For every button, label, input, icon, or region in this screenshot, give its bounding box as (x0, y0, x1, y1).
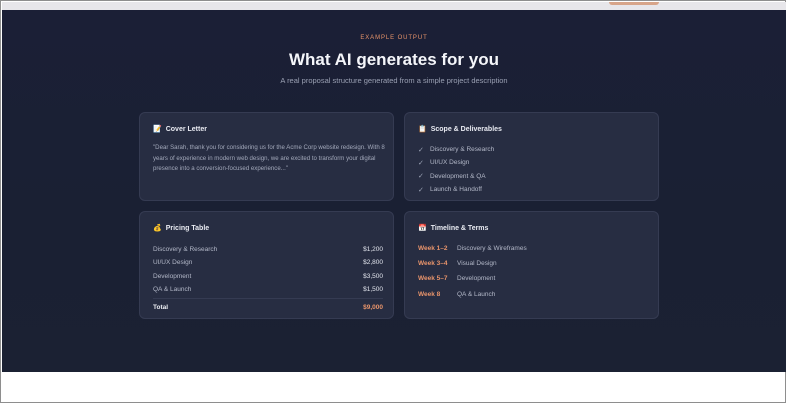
calendar-icon: 📅 (418, 225, 427, 232)
check-icon: ✓ (418, 159, 424, 167)
scope-title: Scope & Deliverables (430, 126, 502, 133)
section-eyebrow: EXAMPLE OUTPUT (360, 35, 428, 41)
memo-icon: 📝 (153, 126, 162, 133)
pricing-row: UI/UX Design $2,800 (153, 256, 383, 269)
pricing-amount: $3,500 (363, 272, 383, 280)
pricing-title: Pricing Table (165, 225, 210, 232)
check-icon: ✓ (418, 173, 424, 181)
top-accent-tab[interactable] (609, 2, 659, 5)
timeline-week: Week 1–2 (418, 245, 448, 253)
pricing-header: 💰 Pricing Table (153, 225, 209, 232)
pricing-item: Development (153, 272, 192, 280)
top-strip (2, 2, 786, 10)
section-subtitle: A real proposal structure generated from… (280, 76, 508, 85)
check-icon: ✓ (418, 146, 424, 154)
pricing-item: Discovery & Research (153, 246, 218, 254)
scope-item-label: Launch & Handoff (430, 186, 482, 194)
pricing-rows: Discovery & Research $1,200 UI/UX Design $… (153, 243, 383, 296)
example-output-section: EXAMPLE OUTPUT What AI generates for you… (2, 10, 786, 372)
scope-item: ✓ Development & QA (418, 170, 494, 183)
pricing-row: QA & Launch $1,500 (153, 283, 383, 296)
scope-item: ✓ Discovery & Research (418, 143, 494, 156)
pricing-amount: $1,200 (363, 246, 383, 254)
timeline-row: Week 5–7 Development (418, 271, 527, 286)
money-bag-icon: 💰 (153, 225, 162, 232)
timeline-rows: Week 1–2 Discovery & Wireframes Week 3–4 V… (418, 241, 527, 302)
clipboard-icon: 📋 (418, 126, 427, 133)
pricing-total-row: Total $9,000 (153, 298, 383, 311)
timeline-row: Week 1–2 Discovery & Wireframes (418, 241, 527, 256)
timeline-card: 📅 Timeline & Terms Week 1–2 Discovery & W… (404, 211, 659, 319)
pricing-total-amount: $9,000 (363, 304, 383, 311)
scope-item-label: UI/UX Design (430, 159, 470, 167)
cover-letter-header: 📝 Cover Letter (153, 126, 207, 133)
scope-item: ✓ UI/UX Design (418, 156, 494, 169)
scope-item: ✓ Launch & Handoff (418, 183, 494, 196)
timeline-week: Week 3–4 (418, 260, 448, 268)
scope-item-label: Development & QA (430, 172, 486, 180)
timeline-desc: QA & Launch (457, 290, 496, 298)
cover-letter-title: Cover Letter (165, 126, 207, 133)
timeline-week: Week 5–7 (418, 275, 448, 283)
pricing-item: QA & Launch (153, 286, 192, 294)
pricing-card: 💰 Pricing Table Discovery & Research $1,2… (139, 211, 394, 319)
pricing-total-label: Total (153, 304, 169, 311)
section-title: What AI generates for you (288, 50, 499, 69)
cover-letter-card: 📝 Cover Letter "Dear Sarah, thank you fo… (139, 112, 394, 201)
timeline-desc: Visual Design (457, 260, 497, 268)
pricing-item: UI/UX Design (153, 259, 193, 267)
timeline-row: Week 8 QA & Launch (418, 287, 527, 302)
scope-item-label: Discovery & Research (430, 146, 495, 154)
timeline-desc: Development (457, 275, 496, 283)
browser-frame: EXAMPLE OUTPUT What AI generates for you… (0, 0, 786, 403)
cover-letter-text: "Dear Sarah, thank you for considering u… (153, 144, 385, 172)
pricing-amount: $1,500 (363, 286, 383, 294)
scope-card: 📋 Scope & Deliverables ✓ Discovery & Rese… (404, 112, 659, 201)
pricing-amount: $2,800 (363, 259, 383, 267)
timeline-title: Timeline & Terms (430, 225, 489, 232)
timeline-week: Week 8 (418, 290, 441, 298)
check-icon: ✓ (418, 186, 424, 194)
scope-list: ✓ Discovery & Research ✓ UI/UX Design ✓ Dev… (418, 143, 494, 196)
timeline-header: 📅 Timeline & Terms (418, 225, 488, 232)
scope-header: 📋 Scope & Deliverables (418, 126, 502, 133)
timeline-row: Week 3–4 Visual Design (418, 256, 527, 271)
pricing-row: Development $3,500 (153, 270, 383, 283)
pricing-row: Discovery & Research $1,200 (153, 243, 383, 256)
timeline-desc: Discovery & Wireframes (457, 245, 527, 253)
